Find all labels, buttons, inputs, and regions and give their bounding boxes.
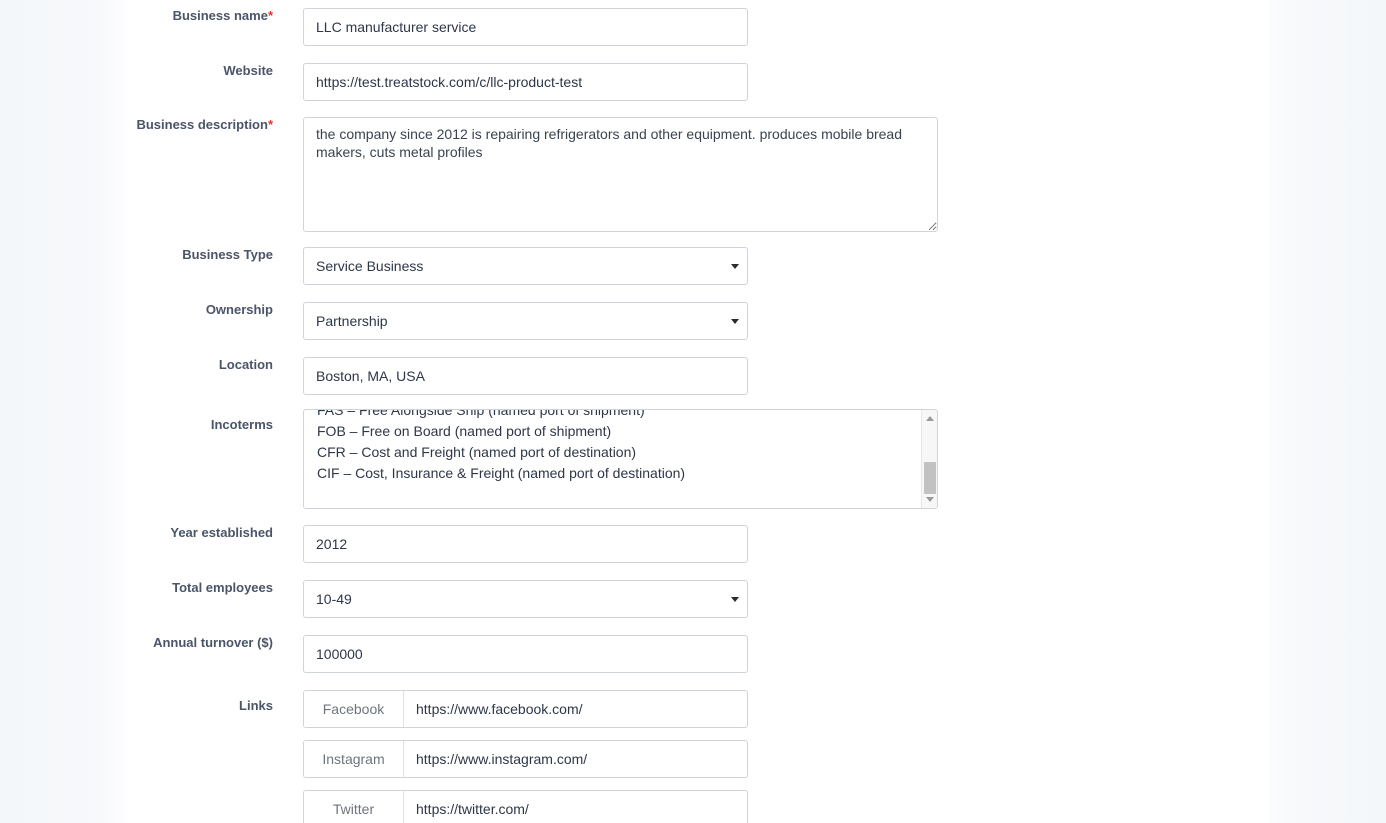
form-row-total-employees: Total employees 10-49 <box>128 580 1268 618</box>
scrollbar-thumb[interactable] <box>924 462 936 494</box>
label-incoterms: Incoterms <box>210 417 273 432</box>
link-input-group: Facebook <box>303 690 748 728</box>
label-total-employees: Total employees <box>172 580 273 595</box>
form-row-business-type: Business Type Service Business <box>128 247 1268 285</box>
field-total-employees: 10-49 <box>303 580 1268 618</box>
form-row-ownership: Ownership Partnership <box>128 302 1268 340</box>
label-business-name-text: Business name <box>172 8 268 23</box>
form-row-links: Links Facebook Instagram Twitter <box>128 690 1268 823</box>
incoterms-listbox[interactable]: FAS – Free Alongside Ship (named port of… <box>303 409 938 509</box>
form-row-incoterms: Incoterms FAS – Free Alongside Ship (nam… <box>128 409 1268 509</box>
total-employees-select-value: 10-49 <box>303 580 748 618</box>
field-annual-turnover <box>303 635 1268 673</box>
form-row-year-established: Year established <box>128 525 1268 563</box>
label-website: Website <box>223 63 273 78</box>
form-content-container: Business name* Website Business descript… <box>128 0 1268 823</box>
incoterms-option[interactable]: CFR – Cost and Freight (named port of de… <box>317 442 922 463</box>
business-description-textarea[interactable] <box>303 117 938 232</box>
business-name-input[interactable] <box>303 8 748 46</box>
field-website <box>303 63 1268 101</box>
field-links: Facebook Instagram Twitter <box>303 690 1268 823</box>
location-input[interactable] <box>303 357 748 395</box>
scroll-down-arrow-icon[interactable] <box>922 492 937 507</box>
label-business-description-text: Business description <box>136 117 268 132</box>
business-type-select[interactable]: Service Business <box>303 247 748 285</box>
label-ownership: Ownership <box>205 302 273 317</box>
label-links: Links <box>239 698 273 713</box>
ownership-select-value: Partnership <box>303 302 748 340</box>
annual-turnover-input[interactable] <box>303 635 748 673</box>
scroll-up-arrow-icon[interactable] <box>922 411 937 426</box>
ownership-select[interactable]: Partnership <box>303 302 748 340</box>
incoterms-option[interactable]: FAS – Free Alongside Ship (named port of… <box>317 410 922 421</box>
label-year-established: Year established <box>170 525 273 540</box>
link-url-input[interactable] <box>404 741 747 777</box>
incoterms-option[interactable]: FOB – Free on Board (named port of shipm… <box>317 421 922 442</box>
label-business-description: Business description* <box>128 117 303 133</box>
required-asterisk: * <box>267 117 273 132</box>
incoterms-scrollbar[interactable] <box>921 410 937 508</box>
link-input-group: Instagram <box>303 740 748 778</box>
label-location: Location <box>218 357 273 372</box>
field-location <box>303 357 1268 395</box>
page-background: Business name* Website Business descript… <box>0 0 1386 823</box>
website-input[interactable] <box>303 63 748 101</box>
field-ownership: Partnership <box>303 302 1268 340</box>
incoterms-option-list: FAS – Free Alongside Ship (named port of… <box>304 410 922 484</box>
field-business-type: Service Business <box>303 247 1268 285</box>
year-established-input[interactable] <box>303 525 748 563</box>
label-annual-turnover: Annual turnover ($) <box>153 635 273 650</box>
field-incoterms: FAS – Free Alongside Ship (named port of… <box>303 409 1268 509</box>
required-asterisk: * <box>267 8 273 23</box>
incoterms-option[interactable]: CIF – Cost, Insurance & Freight (named p… <box>317 463 922 484</box>
link-input-group: Twitter <box>303 790 748 823</box>
business-type-select-value: Service Business <box>303 247 748 285</box>
link-url-input[interactable] <box>404 791 747 823</box>
link-url-input[interactable] <box>404 691 747 727</box>
form-row-business-name: Business name* <box>128 8 1268 46</box>
form-row-location: Location <box>128 357 1268 395</box>
label-business-name: Business name* <box>128 8 303 24</box>
form-row-website: Website <box>128 63 1268 101</box>
label-business-type: Business Type <box>182 247 273 262</box>
link-prefix-label: Instagram <box>304 741 404 777</box>
link-prefix-label: Facebook <box>304 691 404 727</box>
form-row-business-description: Business description* <box>128 117 1268 232</box>
link-prefix-label: Twitter <box>304 791 404 823</box>
field-business-description <box>303 117 1268 232</box>
field-business-name <box>303 8 1268 46</box>
field-year-established <box>303 525 1268 563</box>
total-employees-select[interactable]: 10-49 <box>303 580 748 618</box>
form-row-annual-turnover: Annual turnover ($) <box>128 635 1268 673</box>
